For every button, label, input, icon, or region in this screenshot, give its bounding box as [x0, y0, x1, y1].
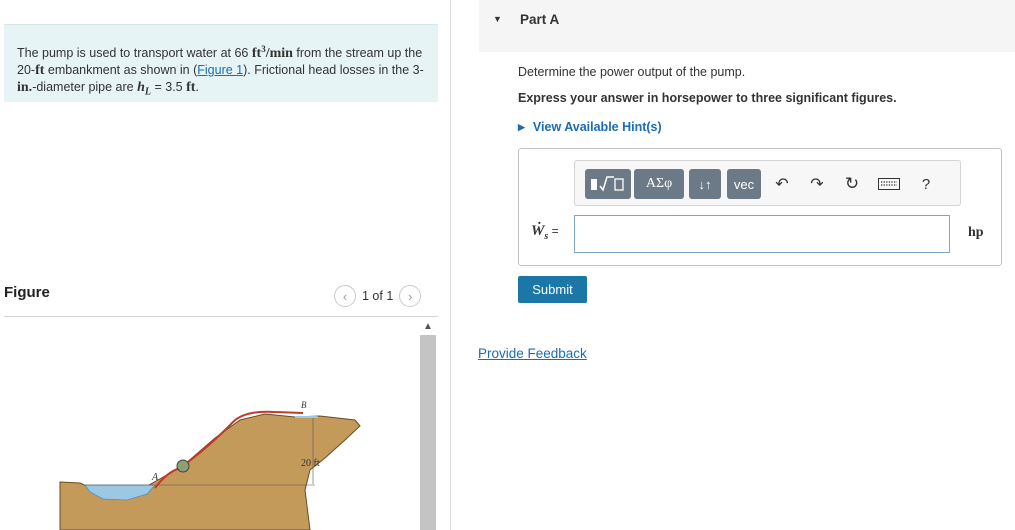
pump-icon [176, 459, 190, 473]
label-a: A [151, 472, 159, 483]
provide-feedback-link[interactable]: Provide Feedback [478, 346, 587, 361]
prev-figure-button[interactable]: ‹ [334, 285, 356, 307]
math-toolbar: ΑΣφ ↓↑ vec ↶ ↷ ↻ ? [574, 160, 961, 206]
answer-panel: ▼ Part A Determine the power output of t… [451, 0, 1015, 530]
problem-text: ). Frictional head losses in the 3- [243, 63, 424, 78]
chevron-up-icon[interactable]: ▲ [419, 318, 437, 334]
figure-image: A B 20 ft [59, 400, 361, 530]
figure-scrollbar[interactable]: ▲ [419, 318, 437, 530]
unit-ft: ft [35, 63, 45, 79]
problem-text: = 3.5 [151, 80, 187, 95]
redo-icon[interactable]: ↷ [806, 173, 828, 195]
pager-label: 1 of 1 [362, 289, 394, 303]
templates-button[interactable] [585, 169, 631, 199]
keyboard-icon[interactable] [876, 173, 902, 195]
hint-label: View Available Hint(s) [532, 120, 662, 134]
answer-input[interactable] [574, 215, 950, 253]
problem-statement: The pump is used to transport water at 6… [4, 24, 438, 102]
upper-water [295, 416, 319, 418]
answer-box: ΑΣφ ↓↑ vec ↶ ↷ ↻ ? Ẇs = hp [518, 148, 1002, 266]
part-header[interactable]: ▼ Part A [479, 0, 1015, 52]
figure-pager: ‹ 1 of 1 › [334, 285, 422, 307]
lhs-symbol: Ẇ [531, 223, 545, 239]
caret-down-icon[interactable]: ▼ [493, 14, 502, 24]
instruction-text: Express your answer in horsepower to thr… [518, 91, 897, 105]
undo-icon[interactable]: ↶ [771, 173, 793, 195]
problem-text: embankment as shown in ( [44, 63, 198, 78]
fraction-sqrt-icon [591, 176, 624, 192]
problem-text: . [195, 80, 199, 95]
chevron-left-icon: ‹ [342, 288, 348, 304]
answer-unit: hp [968, 225, 984, 240]
label-b: B [301, 400, 307, 410]
answer-lhs: Ẇs = [531, 223, 559, 242]
embankment-shape [59, 413, 361, 530]
problem-text: -diameter pipe are [32, 80, 138, 95]
problem-panel: The pump is used to transport water at 6… [0, 0, 450, 530]
figure-title: Figure [4, 284, 50, 301]
dimension-label: 20 ft [301, 458, 320, 469]
help-icon[interactable]: ? [915, 173, 937, 195]
reset-icon[interactable]: ↻ [841, 173, 863, 195]
vec-button[interactable]: vec [727, 169, 761, 199]
view-hints-link[interactable]: ▶ View Available Hint(s) [518, 120, 662, 134]
updown-arrows-button[interactable]: ↓↑ [689, 169, 721, 199]
unit-in: in. [17, 80, 33, 96]
greek-button[interactable]: ΑΣφ [634, 169, 684, 199]
submit-button[interactable]: Submit [518, 276, 587, 303]
figure-divider [4, 316, 438, 317]
lhs-equals: = [548, 224, 559, 238]
caret-right-icon: ▶ [518, 121, 525, 132]
question-text: Determine the power output of the pump. [518, 65, 746, 79]
figure-link[interactable]: Figure 1 [197, 63, 243, 77]
flow-units: ft [251, 46, 262, 62]
part-title: Part A [520, 12, 560, 27]
head-loss-symbol: h [137, 80, 145, 96]
chevron-right-icon: › [408, 288, 413, 304]
problem-text: The pump is used to transport water at 6… [17, 46, 252, 61]
next-figure-button[interactable]: › [399, 285, 422, 307]
flow-per-min: /min [265, 46, 293, 62]
scroll-thumb[interactable] [420, 335, 436, 530]
